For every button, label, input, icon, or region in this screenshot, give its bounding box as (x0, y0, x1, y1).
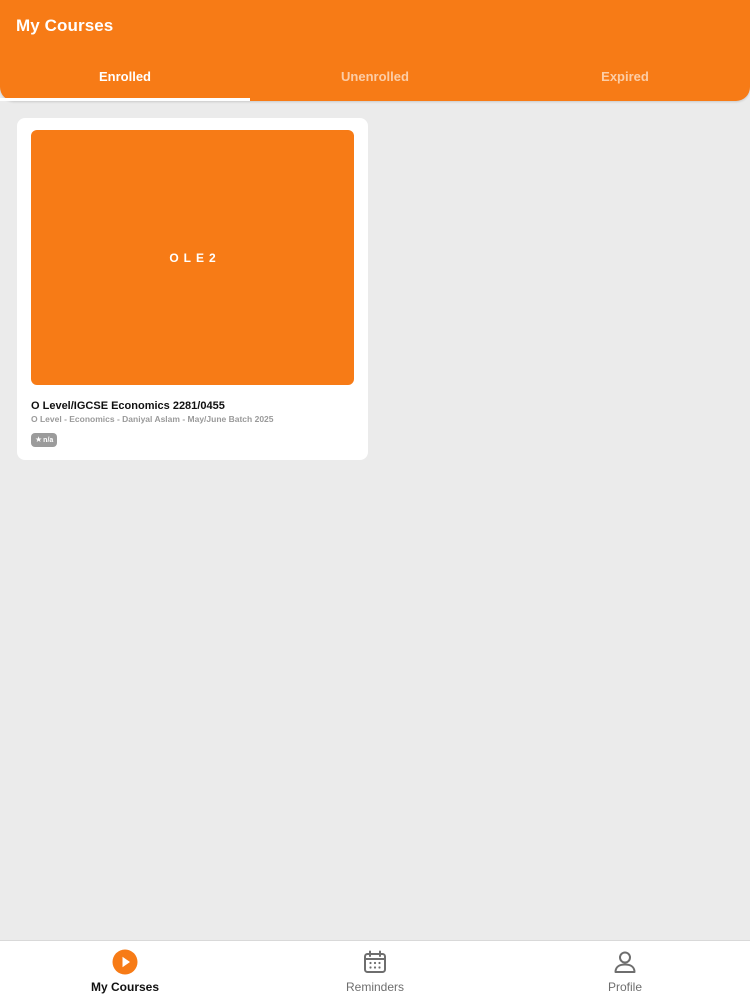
page-title: My Courses (16, 16, 114, 35)
person-icon (612, 949, 638, 975)
star-icon: ★ (35, 435, 43, 444)
course-thumbnail: OLE2 (31, 130, 354, 385)
tab-enrolled-label: Enrolled (98, 69, 151, 84)
bottom-navigation: My Courses Reminders Profile (0, 940, 750, 1000)
nav-item-my-courses[interactable]: My Courses (0, 941, 250, 1000)
active-tab-indicator (0, 98, 250, 101)
tab-expired-label: Expired (601, 69, 649, 84)
course-title: O Level/IGCSE Economics 2281/0455 (31, 400, 225, 412)
course-tabs: Enrolled Unenrolled Expired (0, 52, 750, 101)
nav-label-profile: Profile (607, 980, 642, 994)
tab-unenrolled[interactable]: Unenrolled (250, 52, 500, 101)
tab-expired[interactable]: Expired (500, 52, 750, 101)
app-root: My Courses Enrolled Unenrolled Expired O… (0, 0, 750, 1000)
app-header: My Courses Enrolled Unenrolled Expired (0, 0, 750, 101)
nav-item-reminders[interactable]: Reminders (250, 941, 500, 1000)
tab-enrolled[interactable]: Enrolled (0, 52, 250, 101)
course-subtitle: O Level - Economics - Daniyal Aslam - Ma… (31, 414, 274, 424)
course-card[interactable]: OLE2 O Level/IGCSE Economics 2281/0455 O… (17, 118, 368, 460)
calendar-icon (362, 949, 388, 975)
nav-label-my-courses: My Courses (90, 980, 160, 994)
rating-badge: ★ n/a (31, 433, 58, 447)
course-thumbnail-text: OLE2 (169, 250, 221, 265)
play-circle-icon (112, 949, 138, 975)
tab-unenrolled-label: Unenrolled (341, 69, 409, 84)
rating-value: n/a (43, 436, 54, 444)
nav-item-profile[interactable]: Profile (500, 941, 750, 1000)
nav-label-reminders: Reminders (345, 980, 405, 994)
